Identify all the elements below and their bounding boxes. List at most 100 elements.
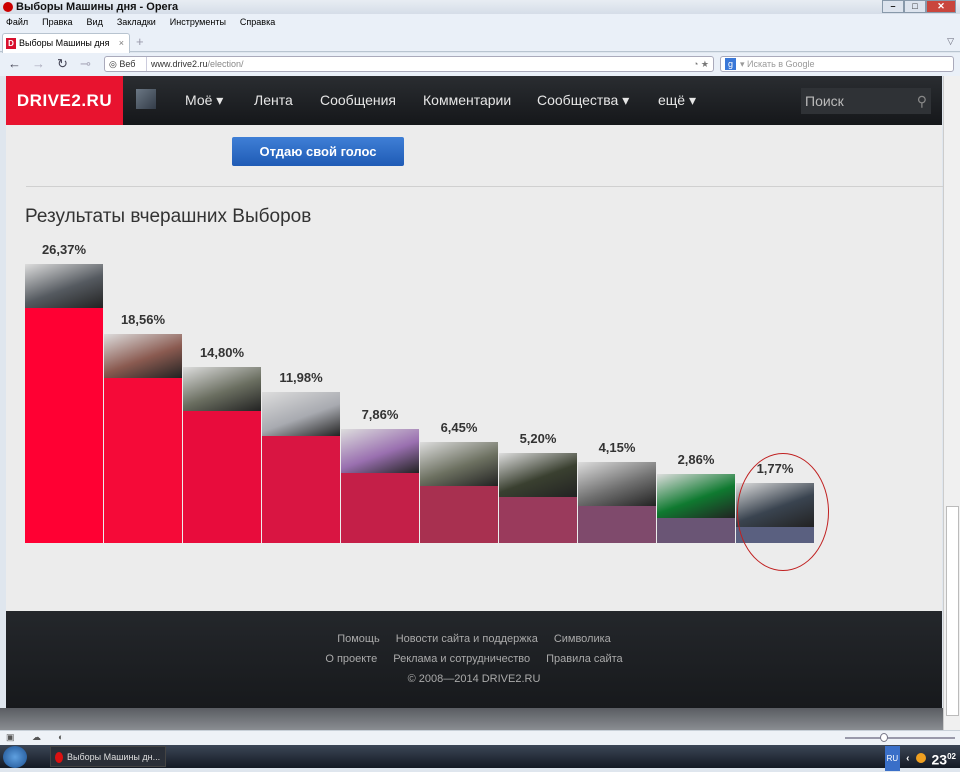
bar bbox=[262, 436, 340, 543]
car-thumbnail[interactable] bbox=[262, 392, 340, 437]
nav-communities[interactable]: Сообщества ▾ bbox=[537, 76, 629, 125]
reload-icon[interactable]: ↻ bbox=[57, 56, 68, 72]
back-icon[interactable]: ← bbox=[8, 56, 21, 71]
divider bbox=[26, 186, 951, 187]
new-tab-button[interactable]: + bbox=[136, 34, 144, 49]
bar-label: 6,45% bbox=[440, 419, 478, 435]
speed-icon[interactable]: ◐ bbox=[58, 732, 63, 742]
google-icon: g bbox=[725, 58, 736, 70]
footer-symbols-link[interactable]: Символика bbox=[554, 633, 611, 645]
menu-bar: Файл Правка Вид Закладки Инструменты Спр… bbox=[0, 14, 960, 30]
tray-expand-icon[interactable]: ‹ bbox=[906, 747, 909, 770]
menu-edit[interactable]: Правка bbox=[42, 14, 72, 30]
tab-bar: D Выборы Машины дня × bbox=[0, 30, 960, 53]
start-button[interactable] bbox=[3, 746, 27, 768]
tray-app-icon[interactable] bbox=[915, 753, 926, 764]
footer-about-link[interactable]: О проекте bbox=[325, 653, 377, 665]
car-thumbnail[interactable] bbox=[499, 452, 577, 497]
bar-label: 26,37% bbox=[41, 242, 87, 258]
car-thumbnail[interactable] bbox=[578, 462, 656, 507]
car-thumbnail[interactable] bbox=[183, 367, 261, 412]
site-logo[interactable]: DRIVE2.RU bbox=[6, 76, 123, 125]
car-thumbnail[interactable] bbox=[25, 264, 103, 309]
footer-help-link[interactable]: Помощь bbox=[337, 633, 380, 645]
key-icon[interactable]: ⊸ bbox=[80, 56, 91, 72]
user-avatar[interactable] bbox=[136, 89, 156, 109]
bar-label: 11,98% bbox=[279, 370, 323, 386]
site-header: DRIVE2.RU Моё ▾ Лента Сообщения Коммента… bbox=[6, 76, 942, 125]
scrollbar-thumb[interactable] bbox=[946, 506, 959, 716]
bar bbox=[657, 517, 735, 543]
drive2-favicon: D bbox=[6, 38, 16, 49]
address-bar[interactable]: ◎ Веб www.drive2.ru/election/ ◔ ★ bbox=[104, 56, 714, 72]
taskbar-item-label: Выборы Машины дн... bbox=[67, 752, 161, 762]
rss-star-icon[interactable]: ◔ ★ bbox=[693, 57, 709, 71]
tab-close-icon[interactable]: × bbox=[119, 34, 124, 52]
menu-tools[interactable]: Инструменты bbox=[170, 14, 226, 30]
nav-feed[interactable]: Лента bbox=[254, 76, 293, 125]
window-title: Выборы Машины дня - Opera bbox=[16, 1, 179, 13]
bar bbox=[341, 472, 419, 543]
bar bbox=[578, 506, 656, 543]
footer-ads-link[interactable]: Реклама и сотрудничество bbox=[393, 653, 530, 665]
url-path: /election/ bbox=[207, 59, 244, 69]
unite-icon[interactable]: ☁ bbox=[32, 732, 41, 743]
zoom-slider-handle[interactable] bbox=[880, 733, 888, 742]
taskbar-item-opera[interactable]: Выборы Машины дн... bbox=[50, 746, 166, 767]
tab-active[interactable]: D Выборы Машины дня × bbox=[2, 33, 130, 53]
results-title: Результаты вчерашних Выборов bbox=[25, 206, 312, 227]
google-placeholder: Искать в Google bbox=[747, 59, 815, 69]
search-icon[interactable]: ⚲ bbox=[917, 88, 927, 114]
vote-button[interactable]: Отдаю свой голос bbox=[232, 137, 404, 166]
web-badge[interactable]: ◎ Веб bbox=[105, 57, 147, 71]
nav-comments[interactable]: Комментарии bbox=[423, 76, 511, 125]
menu-file[interactable]: Файл bbox=[6, 14, 28, 30]
bar bbox=[25, 308, 103, 543]
taskbar: Выборы Машины дн... RU ‹ 2302 bbox=[0, 745, 960, 771]
page-bottom bbox=[0, 708, 943, 730]
nav-more[interactable]: ещё ▾ bbox=[658, 76, 696, 125]
tab-label: Выборы Машины дня bbox=[19, 38, 110, 48]
menu-help[interactable]: Справка bbox=[240, 14, 275, 30]
bar-label: 5,20% bbox=[519, 430, 557, 446]
bar-label: 4,15% bbox=[598, 440, 636, 456]
nav-messages[interactable]: Сообщения bbox=[320, 76, 396, 125]
nav-my[interactable]: Моё ▾ bbox=[185, 76, 223, 125]
vertical-scrollbar[interactable] bbox=[943, 76, 960, 730]
site-search-input[interactable]: Поиск ⚲ bbox=[801, 88, 931, 114]
web-label: Веб bbox=[119, 59, 136, 69]
forward-icon[interactable]: → bbox=[32, 56, 45, 71]
car-thumbnail[interactable] bbox=[341, 428, 419, 473]
zoom-slider[interactable] bbox=[845, 737, 955, 739]
maximize-button[interactable]: □ bbox=[904, 0, 926, 13]
footer-rules-link[interactable]: Правила сайта bbox=[546, 653, 623, 665]
bar-label: 14,80% bbox=[199, 345, 245, 361]
search-placeholder: Поиск bbox=[805, 93, 844, 109]
bar bbox=[420, 485, 498, 543]
bar bbox=[104, 377, 182, 543]
bar bbox=[499, 496, 577, 543]
bar-label: 7,86% bbox=[361, 406, 399, 422]
footer-copyright: © 2008—2014 DRIVE2.RU bbox=[407, 673, 541, 685]
language-indicator[interactable]: RU bbox=[884, 745, 901, 771]
bar-label: 18,56% bbox=[120, 311, 166, 327]
menu-bookmarks[interactable]: Закладки bbox=[117, 14, 156, 30]
bar bbox=[183, 411, 261, 543]
opera-icon bbox=[55, 752, 63, 763]
car-thumbnail[interactable] bbox=[104, 333, 182, 378]
bar-label: 2,86% bbox=[677, 451, 715, 467]
menu-view[interactable]: Вид bbox=[87, 14, 103, 30]
highlight-circle bbox=[737, 453, 829, 571]
panel-toggle-icon[interactable]: ▣ bbox=[6, 732, 15, 743]
car-thumbnail[interactable] bbox=[420, 441, 498, 486]
status-bar: ▣ ☁ ◐ bbox=[0, 730, 960, 745]
opera-icon bbox=[3, 2, 13, 12]
url-domain: www.drive2.ru bbox=[151, 59, 208, 69]
content-area: Отдаю свой голос Результаты вчерашних Вы… bbox=[6, 125, 951, 611]
footer-news-link[interactable]: Новости сайта и поддержка bbox=[396, 633, 538, 645]
google-search-input[interactable]: g ▾ Искать в Google bbox=[720, 56, 954, 72]
car-thumbnail[interactable] bbox=[657, 473, 735, 518]
minimize-button[interactable]: – bbox=[882, 0, 904, 13]
close-button[interactable]: ✕ bbox=[926, 0, 956, 13]
tab-menu-chevron-icon[interactable]: ▽ bbox=[947, 36, 954, 47]
